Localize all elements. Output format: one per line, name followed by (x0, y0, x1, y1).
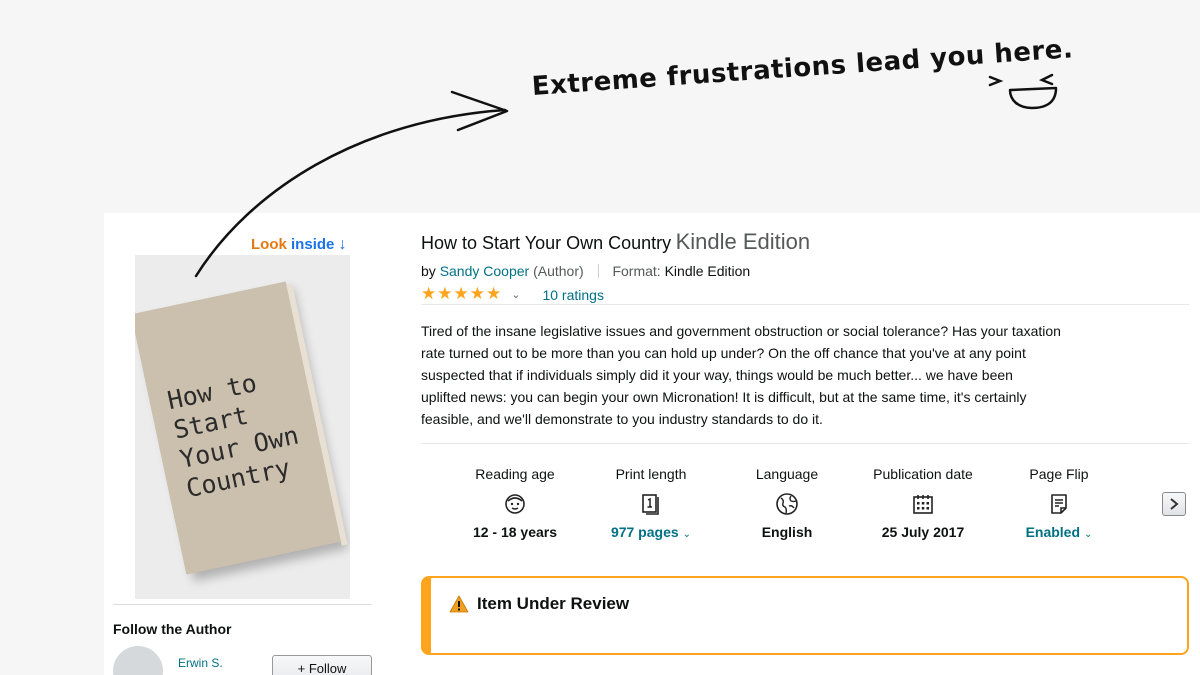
arrowhead-doodle (450, 90, 509, 132)
carousel-next-button[interactable] (1162, 492, 1186, 516)
star-icon: ★ (469, 284, 485, 303)
book-description: Tired of the insane legislative issues a… (421, 323, 1061, 427)
chevron-right-icon (1170, 498, 1179, 510)
calendar-icon (853, 484, 993, 524)
rating-row: ★★★★★ ⌄ 10 ratings (421, 285, 604, 304)
book-cover-image[interactable]: How to Start Your Own Country (135, 255, 350, 599)
star-icon: ★ (437, 284, 453, 303)
format-value: Kindle Edition (664, 263, 751, 279)
page-flip-icon (989, 484, 1129, 524)
detail-value: 25 July 2017 (881, 524, 965, 540)
follow-button[interactable]: + Follow (272, 655, 372, 675)
smiley-doodle-icon (988, 73, 1058, 110)
print-length-link[interactable]: 977 pages ⌄ (581, 524, 721, 540)
detail-value: Enabled (1025, 524, 1081, 540)
detail-language: Language English (717, 466, 857, 540)
book-cover: How to Start Your Own Country (135, 281, 341, 575)
alert-header: Item Under Review (449, 594, 629, 614)
detail-value: 12 - 18 years (472, 524, 558, 540)
chevron-down-icon[interactable]: ⌄ (511, 288, 520, 301)
pages-icon (581, 484, 721, 524)
star-rating[interactable]: ★★★★★ (421, 285, 502, 304)
cover-title: How to Start Your Own Country (165, 356, 337, 505)
star-icon: ★ (453, 284, 469, 303)
child-face-icon (445, 484, 585, 524)
chevron-down-icon: ⌄ (1084, 529, 1093, 540)
item-under-review-alert: Item Under Review (421, 576, 1189, 655)
format-label: Format: (612, 263, 661, 279)
detail-label: Page Flip (1029, 466, 1089, 482)
divider (421, 443, 1189, 444)
detail-label: Print length (615, 466, 687, 482)
headline-handwritten: Extreme frustrations lead you here. (530, 34, 1075, 102)
detail-label: Publication date (873, 466, 973, 482)
follow-author-heading: Follow the Author (113, 621, 232, 637)
product-title: How to Start Your Own Country Kindle Edi… (421, 229, 810, 255)
by-label: by (421, 263, 436, 279)
warning-icon (449, 595, 469, 613)
byline: by Sandy Cooper (Author) Format: Kindle … (421, 263, 750, 279)
author-role: (Author) (533, 263, 584, 279)
edition-label: Kindle Edition (675, 229, 811, 254)
globe-icon (717, 484, 857, 524)
down-arrow-icon: ↓ (338, 236, 347, 253)
left-divider (113, 604, 372, 605)
alert-title: Item Under Review (477, 594, 630, 613)
star-icon: ★ (421, 284, 437, 303)
detail-label: Language (755, 466, 819, 482)
follow-author-name-link[interactable]: Erwin S. (178, 656, 223, 670)
inside-label: inside (291, 236, 335, 253)
page-flip-link[interactable]: Enabled ⌄ (989, 524, 1129, 540)
byline-separator (597, 264, 599, 278)
detail-value: English (761, 524, 813, 540)
detail-page-flip: Page Flip Enabled ⌄ (989, 466, 1129, 540)
detail-value: 977 pages (610, 524, 679, 540)
detail-print-length: Print length 977 pages ⌄ (581, 466, 721, 540)
chevron-down-icon: ⌄ (682, 529, 692, 540)
detail-label: Reading age (475, 466, 555, 482)
author-link[interactable]: Sandy Cooper (440, 263, 530, 279)
look-inside-link[interactable]: Look inside ↓ (251, 236, 347, 254)
look-label: Look (251, 236, 287, 253)
detail-reading-age: Reading age 12 - 18 years (445, 466, 585, 540)
star-icon: ★ (486, 284, 502, 303)
ratings-count-link[interactable]: 10 ratings (542, 287, 603, 303)
divider (421, 304, 1189, 305)
product-details-carousel: Reading age 12 - 18 years Print length 9… (421, 466, 1141, 546)
detail-publication-date: Publication date 25 July 2017 (853, 466, 993, 540)
book-title: How to Start Your Own Country (421, 233, 672, 253)
